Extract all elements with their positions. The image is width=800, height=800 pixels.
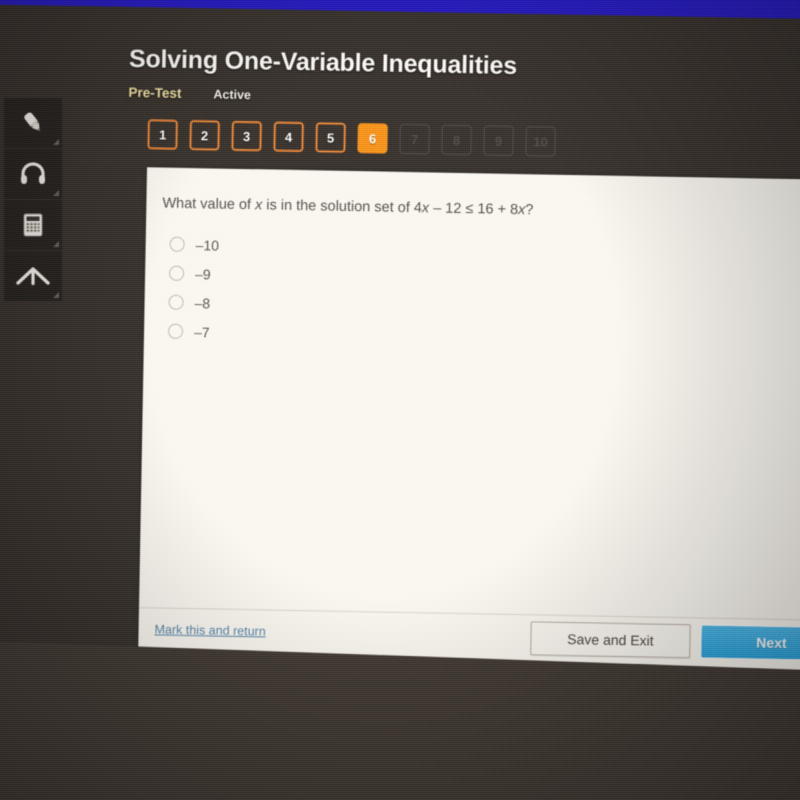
- tool-rail[interactable]: [4, 98, 62, 302]
- status-badge: Active: [213, 86, 252, 102]
- prompt-text-1: What value of: [162, 195, 256, 214]
- mark-and-return-link[interactable]: Mark this and return: [154, 622, 265, 638]
- prompt-text-2: is in the solution set of 4: [262, 197, 423, 217]
- answer-choice-label: –7: [193, 323, 210, 340]
- audio-tool[interactable]: [4, 149, 62, 200]
- assessment-app: Solving One-Variable Inequalities Pre-Te…: [70, 6, 800, 682]
- next-button[interactable]: Next: [700, 624, 800, 662]
- page-title: Solving One-Variable Inequalities: [128, 44, 518, 80]
- question-nav-item-8: 8: [441, 124, 472, 156]
- prompt-text-4: ?: [525, 202, 534, 219]
- save-and-exit-button[interactable]: Save and Exit: [530, 621, 691, 659]
- lesson-status-row: Pre-Test Active: [128, 85, 251, 102]
- question-nav-item-6[interactable]: 6: [357, 123, 388, 154]
- chevron-up-icon: [16, 263, 50, 289]
- app-header: Solving One-Variable Inequalities Pre-Te…: [79, 6, 800, 180]
- answer-choice[interactable]: –10: [169, 230, 219, 260]
- answer-choice-label: –10: [195, 236, 220, 254]
- question-nav-item-1[interactable]: 1: [147, 119, 178, 150]
- question-nav-item-9: 9: [483, 125, 514, 156]
- answer-choice-label: –8: [194, 294, 211, 311]
- answer-choice-label: –9: [194, 265, 211, 282]
- question-nav-item-3[interactable]: 3: [231, 120, 262, 152]
- stage-label: Pre-Test: [128, 84, 182, 101]
- question-prompt: What value of x is in the solution set o…: [162, 196, 533, 219]
- question-nav-item-4[interactable]: 4: [273, 121, 304, 153]
- question-nav-item-5[interactable]: 5: [315, 122, 346, 153]
- question-panel: What value of x is in the solution set o…: [137, 167, 800, 682]
- highlighter-icon: [18, 108, 48, 138]
- prompt-text-3: – 12 ≤ 16 + 8: [428, 200, 519, 219]
- question-nav-item-7: 7: [399, 123, 430, 155]
- footer-divider: [138, 607, 800, 623]
- answer-choice[interactable]: –8: [168, 288, 218, 318]
- question-navigator[interactable]: 1 2 3 4 5 6 7 8 9 10: [147, 119, 556, 157]
- question-nav-item-10: 10: [525, 126, 556, 157]
- highlighter-tool[interactable]: [4, 98, 62, 149]
- calculator-tool[interactable]: [4, 200, 62, 251]
- radio-button-icon[interactable]: [168, 294, 184, 310]
- collapse-tool[interactable]: [4, 251, 62, 302]
- photo-scene: Solving One-Variable Inequalities Pre-Te…: [0, 0, 800, 800]
- headphones-icon: [18, 159, 48, 189]
- answer-choice[interactable]: –7: [167, 317, 218, 347]
- question-nav-item-2[interactable]: 2: [189, 119, 220, 151]
- radio-button-icon[interactable]: [168, 265, 185, 281]
- radio-button-icon[interactable]: [167, 323, 184, 339]
- answer-choice-list[interactable]: –10 –9 –8 –7: [167, 230, 219, 347]
- calculator-icon: [19, 211, 47, 239]
- radio-button-icon[interactable]: [169, 236, 185, 252]
- answer-choice[interactable]: –9: [168, 259, 219, 289]
